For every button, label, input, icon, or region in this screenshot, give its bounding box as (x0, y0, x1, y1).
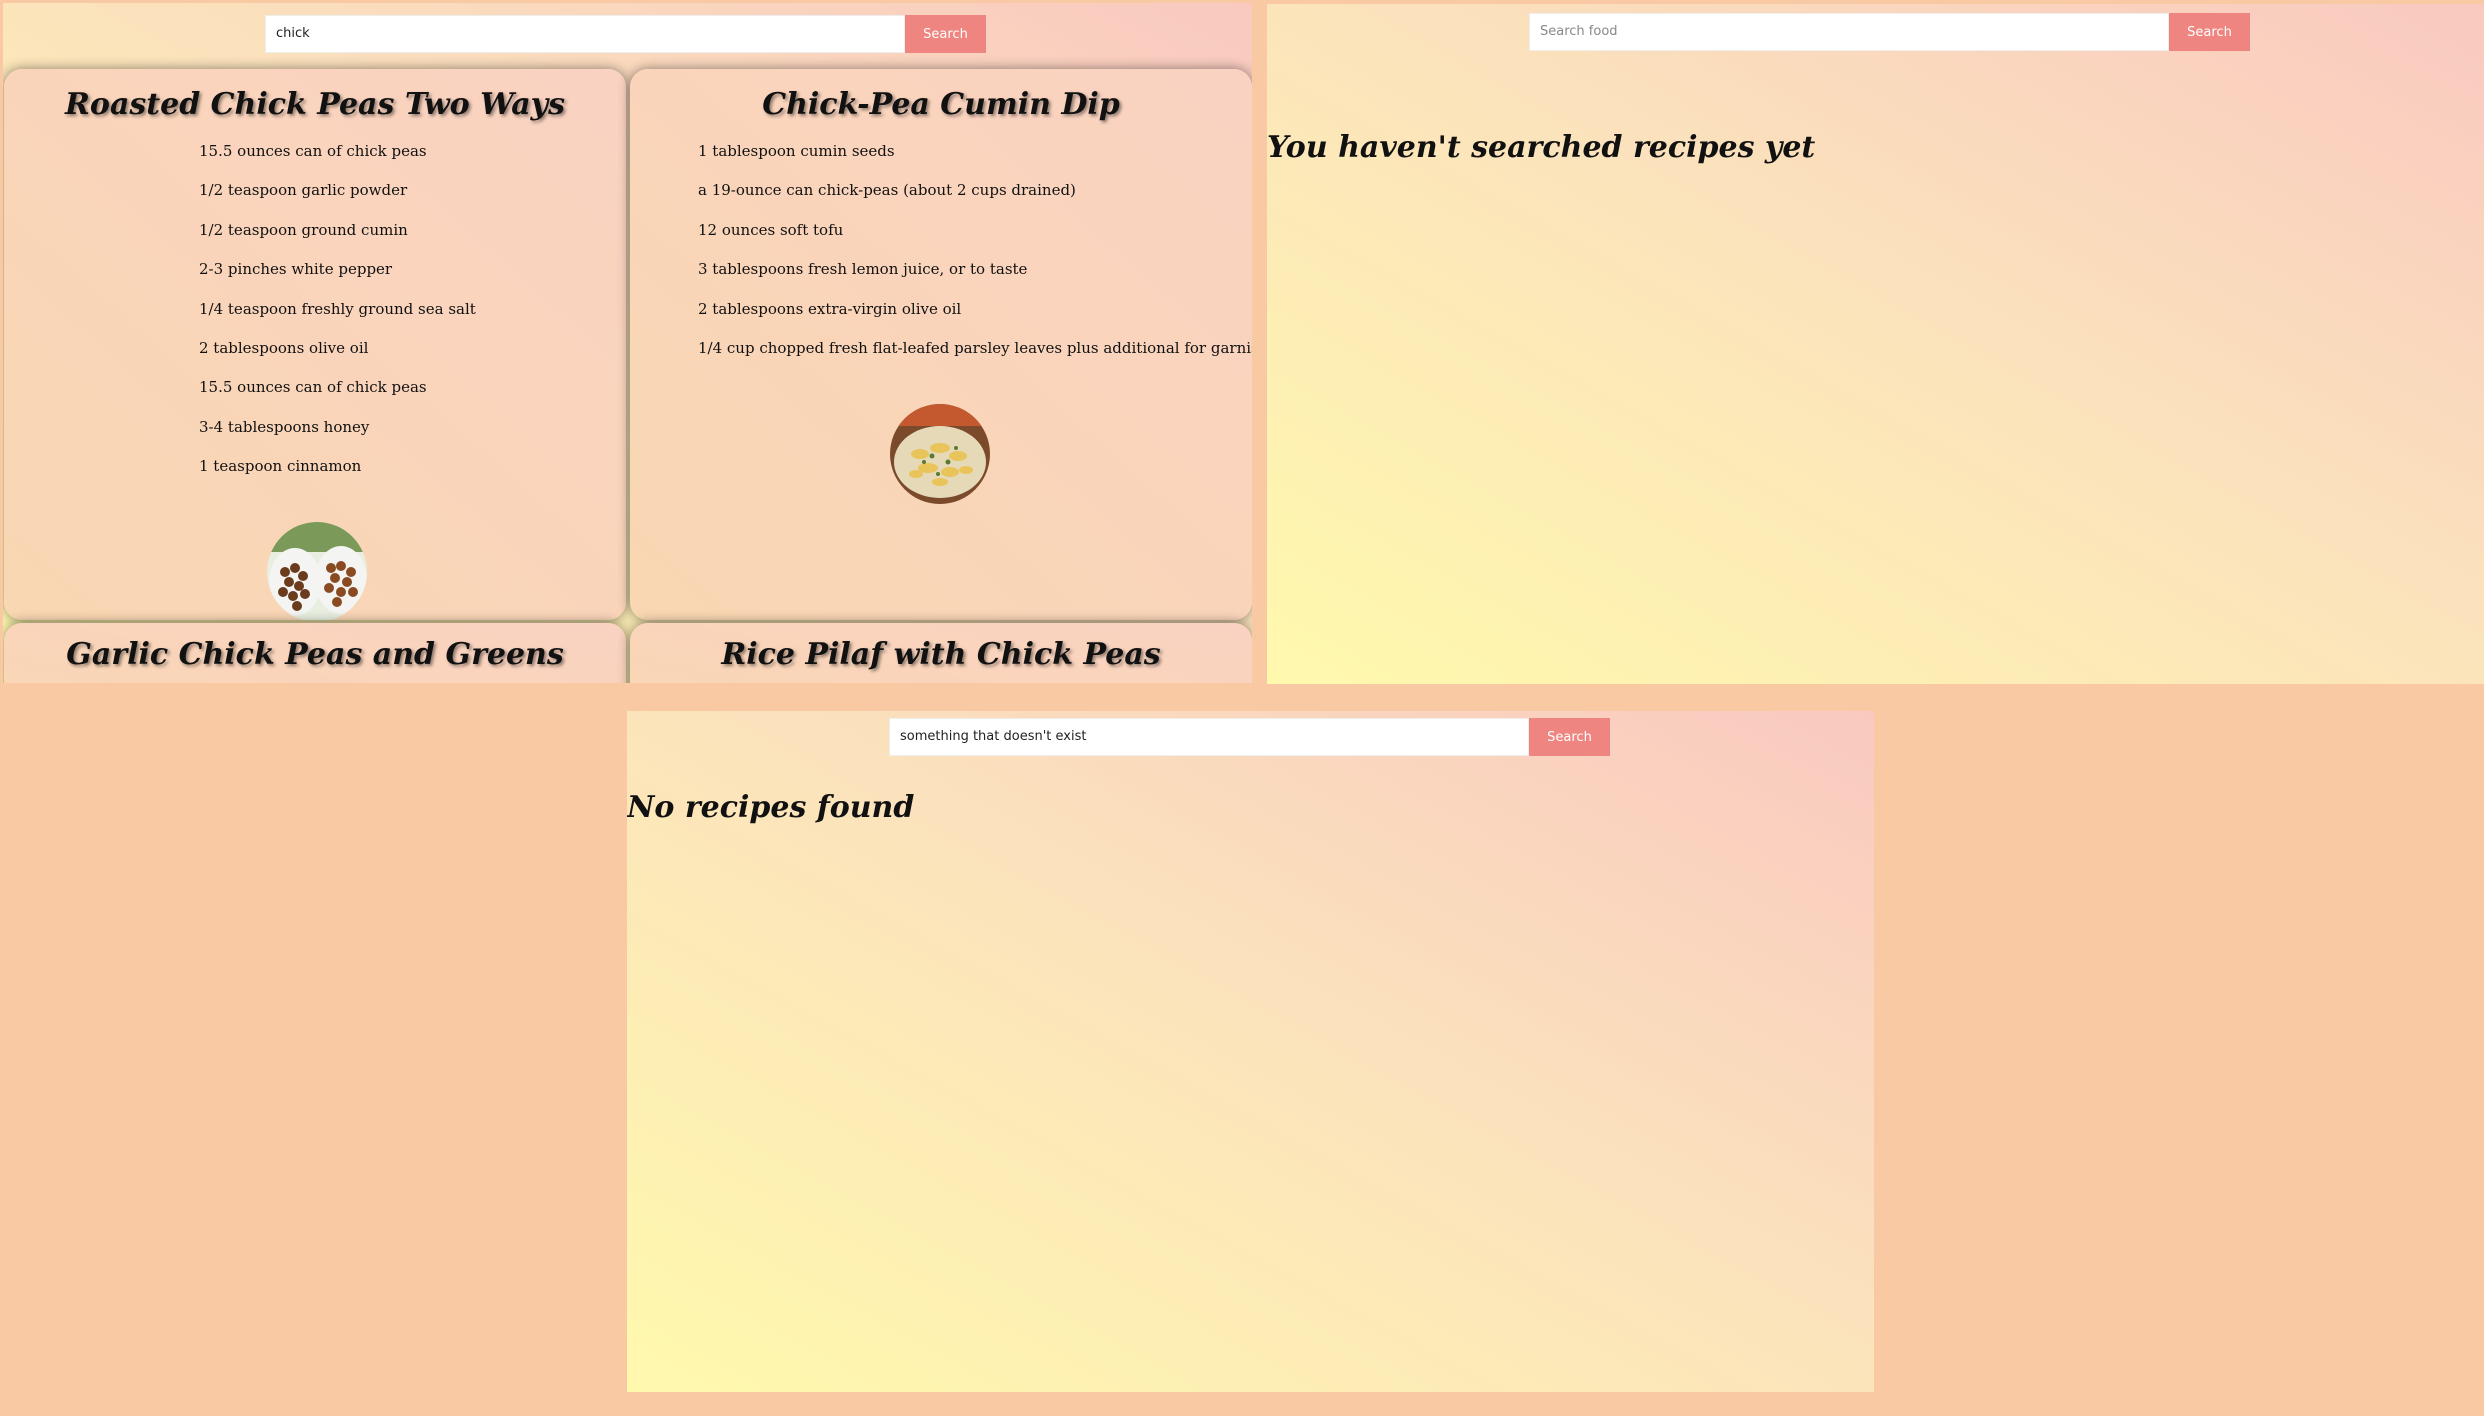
roasted-chickpeas-photo (267, 522, 367, 620)
search-button[interactable]: Search (2169, 13, 2250, 51)
ingredient-list: 15.5 ounces can of chick peas 1/2 teaspo… (199, 132, 626, 487)
search-button[interactable]: Search (1529, 718, 1610, 756)
recipe-card[interactable]: Garlic Chick Peas and Greens (4, 623, 626, 683)
ingredient-item: 1/4 cup chopped fresh flat-leafed parsle… (698, 338, 1252, 357)
empty-state-message: You haven't searched recipes yet (1267, 130, 1816, 165)
ingredient-item: 15.5 ounces can of chick peas (199, 142, 427, 160)
recipe-title: Roasted Chick Peas Two Ways (65, 87, 565, 122)
recipe-title: Garlic Chick Peas and Greens (66, 637, 564, 672)
search-input[interactable]: something that doesn't exist (889, 718, 1529, 756)
ingredient-item: 1/4 teaspoon freshly ground sea salt (199, 299, 476, 318)
cumin-dip-photo (890, 404, 990, 504)
ingredient-item: 1/2 teaspoon garlic powder (199, 181, 408, 200)
ingredient-item: 1 tablespoon cumin seeds (698, 142, 895, 160)
search-input[interactable]: Search food (1529, 13, 2169, 51)
ingredient-item: 1 teaspoon cinnamon (199, 457, 362, 476)
empty-state-panel: Search food Search You haven't searched … (1267, 4, 2484, 684)
ingredient-item: 3 tablespoons fresh lemon juice, or to t… (698, 260, 1028, 279)
ingredient-item: 3-4 tablespoons honey (199, 417, 370, 436)
ingredient-item: 1/2 teaspoon ground cumin (199, 220, 408, 239)
ingredient-item: 12 ounces soft tofu (698, 220, 844, 239)
results-panel: chick Search Roasted Chick Peas Two Ways… (3, 3, 1252, 683)
search-bar: chick Search (265, 15, 986, 53)
ingredient-item: a 19-ounce can chick-peas (about 2 cups … (698, 181, 1076, 200)
no-results-message: No recipes found (627, 790, 915, 825)
ingredient-item: 15.5 ounces can of chick peas (199, 378, 427, 397)
recipe-card[interactable]: Rice Pilaf with Chick Peas (630, 623, 1252, 683)
ingredient-item: 2-3 pinches white pepper (199, 260, 393, 279)
search-bar: something that doesn't exist Search (889, 718, 1610, 756)
recipe-card[interactable]: Roasted Chick Peas Two Ways 15.5 ounces … (4, 69, 626, 620)
ingredient-item: 2 tablespoons extra-virgin olive oil (698, 299, 962, 318)
ingredient-item: 2 tablespoons olive oil (199, 338, 369, 357)
ingredient-list: 1 tablespoon cumin seeds a 19-ounce can … (698, 132, 1252, 368)
recipe-card[interactable]: Chick-Pea Cumin Dip 1 tablespoon cumin s… (630, 69, 1252, 620)
search-button[interactable]: Search (905, 15, 986, 53)
search-input[interactable]: chick (265, 15, 905, 53)
search-bar: Search food Search (1529, 13, 2250, 51)
recipe-title: Rice Pilaf with Chick Peas (721, 637, 1161, 672)
recipe-title: Chick-Pea Cumin Dip (762, 87, 1120, 122)
no-results-panel: something that doesn't exist Search No r… (627, 711, 1874, 1392)
